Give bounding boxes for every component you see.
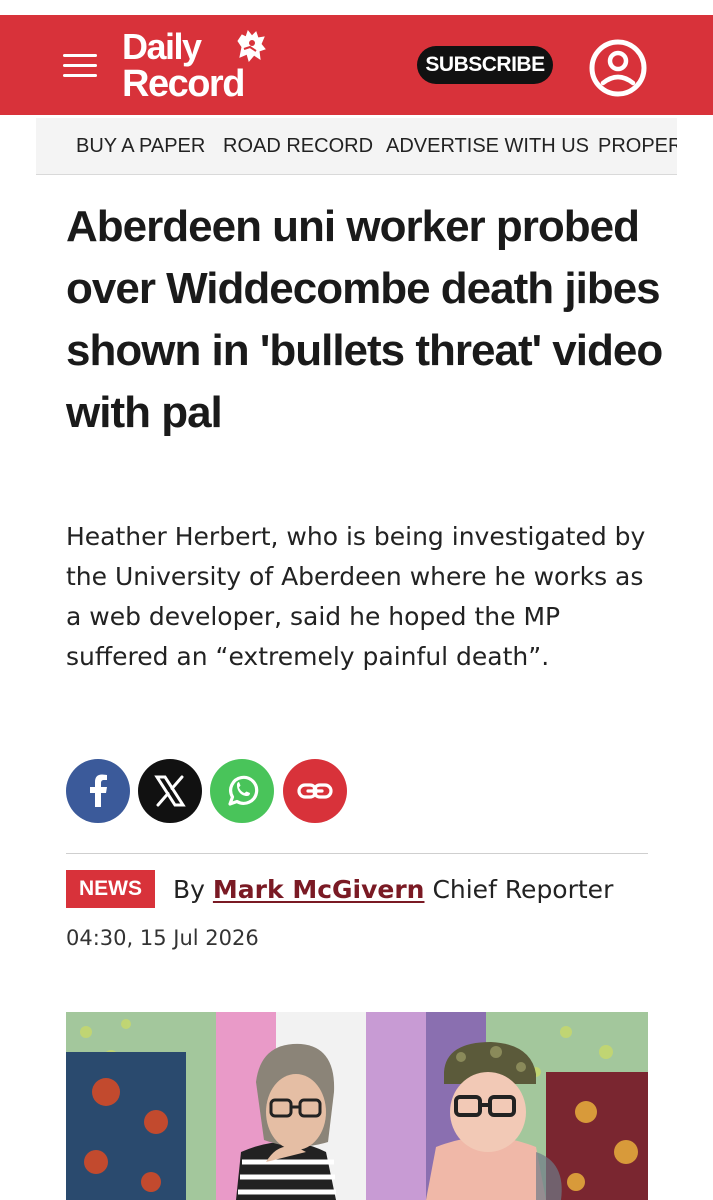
facebook-share-button[interactable] (66, 759, 130, 823)
category-badge[interactable]: NEWS (66, 870, 155, 908)
byline-divider (66, 853, 648, 854)
article-standfirst: Heather Herbert, who is being investigat… (66, 522, 646, 671)
x-icon (154, 775, 186, 807)
byline-by: By (173, 875, 205, 904)
publish-timestamp: 04:30, 15 Jul 2026 (66, 926, 259, 950)
whatsapp-share-button[interactable] (210, 759, 274, 823)
facebook-icon (90, 774, 107, 807)
whatsapp-icon (228, 775, 259, 806)
lion-crest-icon (237, 29, 266, 63)
subscribe-button[interactable]: SUBSCRIBE (417, 46, 553, 84)
nav-item-advertise-with-us[interactable]: ADVERTISE WITH US (386, 135, 589, 158)
copy-link-button[interactable] (283, 759, 347, 823)
site-header: Daily Record SUBSCRIBE (0, 15, 713, 115)
article-hero-image (66, 1012, 648, 1200)
hamburger-menu-icon[interactable] (63, 54, 99, 78)
nav-item-buy-a-paper[interactable]: BUY A PAPER (76, 135, 205, 158)
logo-text-daily: Daily (122, 26, 202, 67)
author-role: Chief Reporter (432, 875, 614, 904)
nav-item-property[interactable]: PROPERTY (598, 135, 677, 158)
logo-text-record: Record (122, 63, 245, 105)
link-icon (297, 783, 333, 799)
byline: By Mark McGivern Chief Reporter (173, 875, 613, 904)
x-share-button[interactable] (138, 759, 202, 823)
section-nav: BUY A PAPER ROAD RECORD ADVERTISE WITH U… (36, 118, 677, 175)
daily-record-logo[interactable]: Daily Record (118, 25, 288, 109)
article-headline: Aberdeen uni worker probed over Widdecom… (66, 202, 663, 437)
nav-item-road-record[interactable]: ROAD RECORD (223, 135, 373, 158)
author-link[interactable]: Mark McGivern (213, 875, 425, 904)
user-account-icon[interactable] (588, 38, 648, 98)
